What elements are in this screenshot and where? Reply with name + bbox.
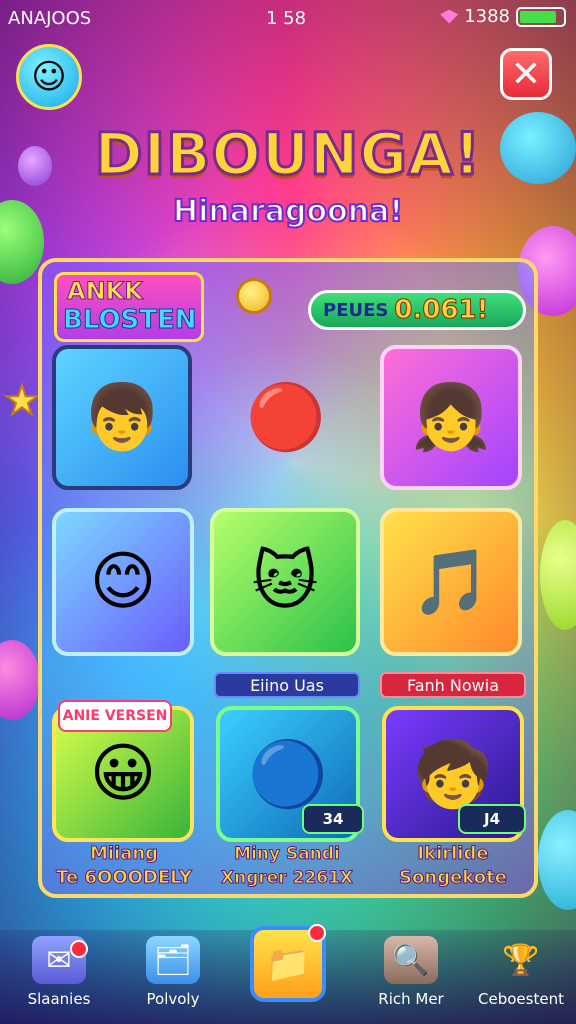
magenta-orb-decoration: [0, 640, 40, 720]
score-pill: PEUES 0.061!: [308, 290, 526, 330]
trophy-icon: 🏆: [502, 942, 540, 978]
music-hat-character-icon: 🎵: [411, 545, 491, 620]
tile-7-caption-line2: Te 6OOODELY: [56, 867, 193, 889]
nav-label-2: Polvoly: [146, 990, 200, 1008]
tile-9-caption-line1: Ikirlide: [417, 843, 489, 865]
blue-blob-character-icon: 🔵: [248, 737, 328, 812]
mode-badge-line1: ANKK: [67, 277, 144, 306]
mode-badge: ANKK BLOSTEN: [54, 272, 204, 342]
score-value: 0.061!: [394, 295, 489, 326]
nav-label-4: Rich Mer: [378, 990, 444, 1008]
clock-text: 1 58: [266, 8, 307, 29]
new-version-tag: ANIE VERSEN: [58, 700, 172, 732]
nav-item-slaanies[interactable]: ✉ Slaanies: [4, 930, 114, 1020]
nav-item-ceboestent[interactable]: 🏆 Ceboestent: [466, 930, 576, 1020]
lime-orb-decoration: [540, 520, 576, 630]
close-button[interactable]: ✕: [500, 48, 552, 100]
tile-7-caption-line1: Miiang: [89, 843, 159, 865]
cat-coin-character-icon: 🐱: [251, 545, 319, 619]
nav-item-polvoly[interactable]: 🗂 Polvoly: [118, 930, 228, 1020]
battery-fill: [520, 10, 556, 23]
battery-group: 1388: [440, 6, 566, 27]
level-tile-2[interactable]: 🔴: [216, 345, 356, 490]
level-label-a: Eiino Uas: [214, 672, 360, 698]
tile-9-caption-line2: Songekote: [399, 867, 508, 889]
level-tile-5[interactable]: 🐱: [210, 508, 360, 656]
level-label-b: Fanh Nowia: [380, 672, 526, 698]
status-bar: ANAJOOS 1 58 1388: [0, 0, 576, 36]
star-icon: ★: [3, 377, 41, 425]
level-tile-3[interactable]: 👧: [380, 345, 522, 490]
tile-8-badge: 34: [302, 804, 364, 834]
yellow-coin-character-icon: 😀: [89, 737, 157, 811]
coin-icon: [236, 278, 272, 314]
gem-icon: [440, 9, 459, 24]
nav-item-rich-mer[interactable]: 🔍 Rich Mer: [356, 930, 466, 1020]
carrier-text: ANAJOOS: [8, 8, 92, 29]
notification-dot: [70, 940, 88, 958]
tile-9-badge: J4: [458, 804, 526, 834]
tile-9-caption: Ikirlide Songekote: [378, 842, 528, 890]
boy-character-icon: 👦: [82, 381, 162, 455]
nav-label-5: Ceboestent: [478, 990, 564, 1008]
yellow-ball-character-icon: 😊: [89, 545, 157, 619]
tile-8-caption-line1: Miny Sandi: [234, 844, 341, 865]
level-tile-1[interactable]: 👦: [52, 345, 192, 490]
profile-icon: 🔍: [384, 936, 438, 984]
level-tile-4[interactable]: 😊: [52, 508, 194, 656]
blue-orb-decoration: [538, 810, 576, 910]
nav-label-1: Slaanies: [27, 990, 91, 1008]
notification-dot: [308, 924, 326, 942]
red-ball-character-icon: 🔴: [246, 381, 326, 455]
game-subtitle: Hinaragoona!: [172, 193, 404, 230]
tile-8-caption: Miny Sandi Xngrer 2261X: [212, 842, 362, 890]
orange-hair-boy-icon: 🧒: [413, 737, 493, 812]
close-icon: ✕: [510, 53, 542, 95]
score-label: PEUES: [323, 299, 389, 321]
level-tile-6[interactable]: 🎵: [380, 508, 522, 656]
smiley-ball-icon[interactable]: ☺: [16, 44, 82, 110]
home-folder-icon: 📁: [265, 944, 311, 985]
game-title: DIBOUNGA!: [93, 119, 482, 190]
purple-hair-girl-icon: 👧: [411, 381, 491, 455]
battery-icon: [516, 6, 566, 27]
tile-8-caption-line2: Xngrer 2261X: [220, 868, 353, 889]
tile-7-caption: Miiang Te 6OOODELY: [52, 842, 196, 890]
battery-text: 1388: [464, 6, 510, 27]
mode-badge-line2: BLOSTEN: [63, 305, 198, 336]
folder-icon: 🗂: [146, 936, 200, 984]
